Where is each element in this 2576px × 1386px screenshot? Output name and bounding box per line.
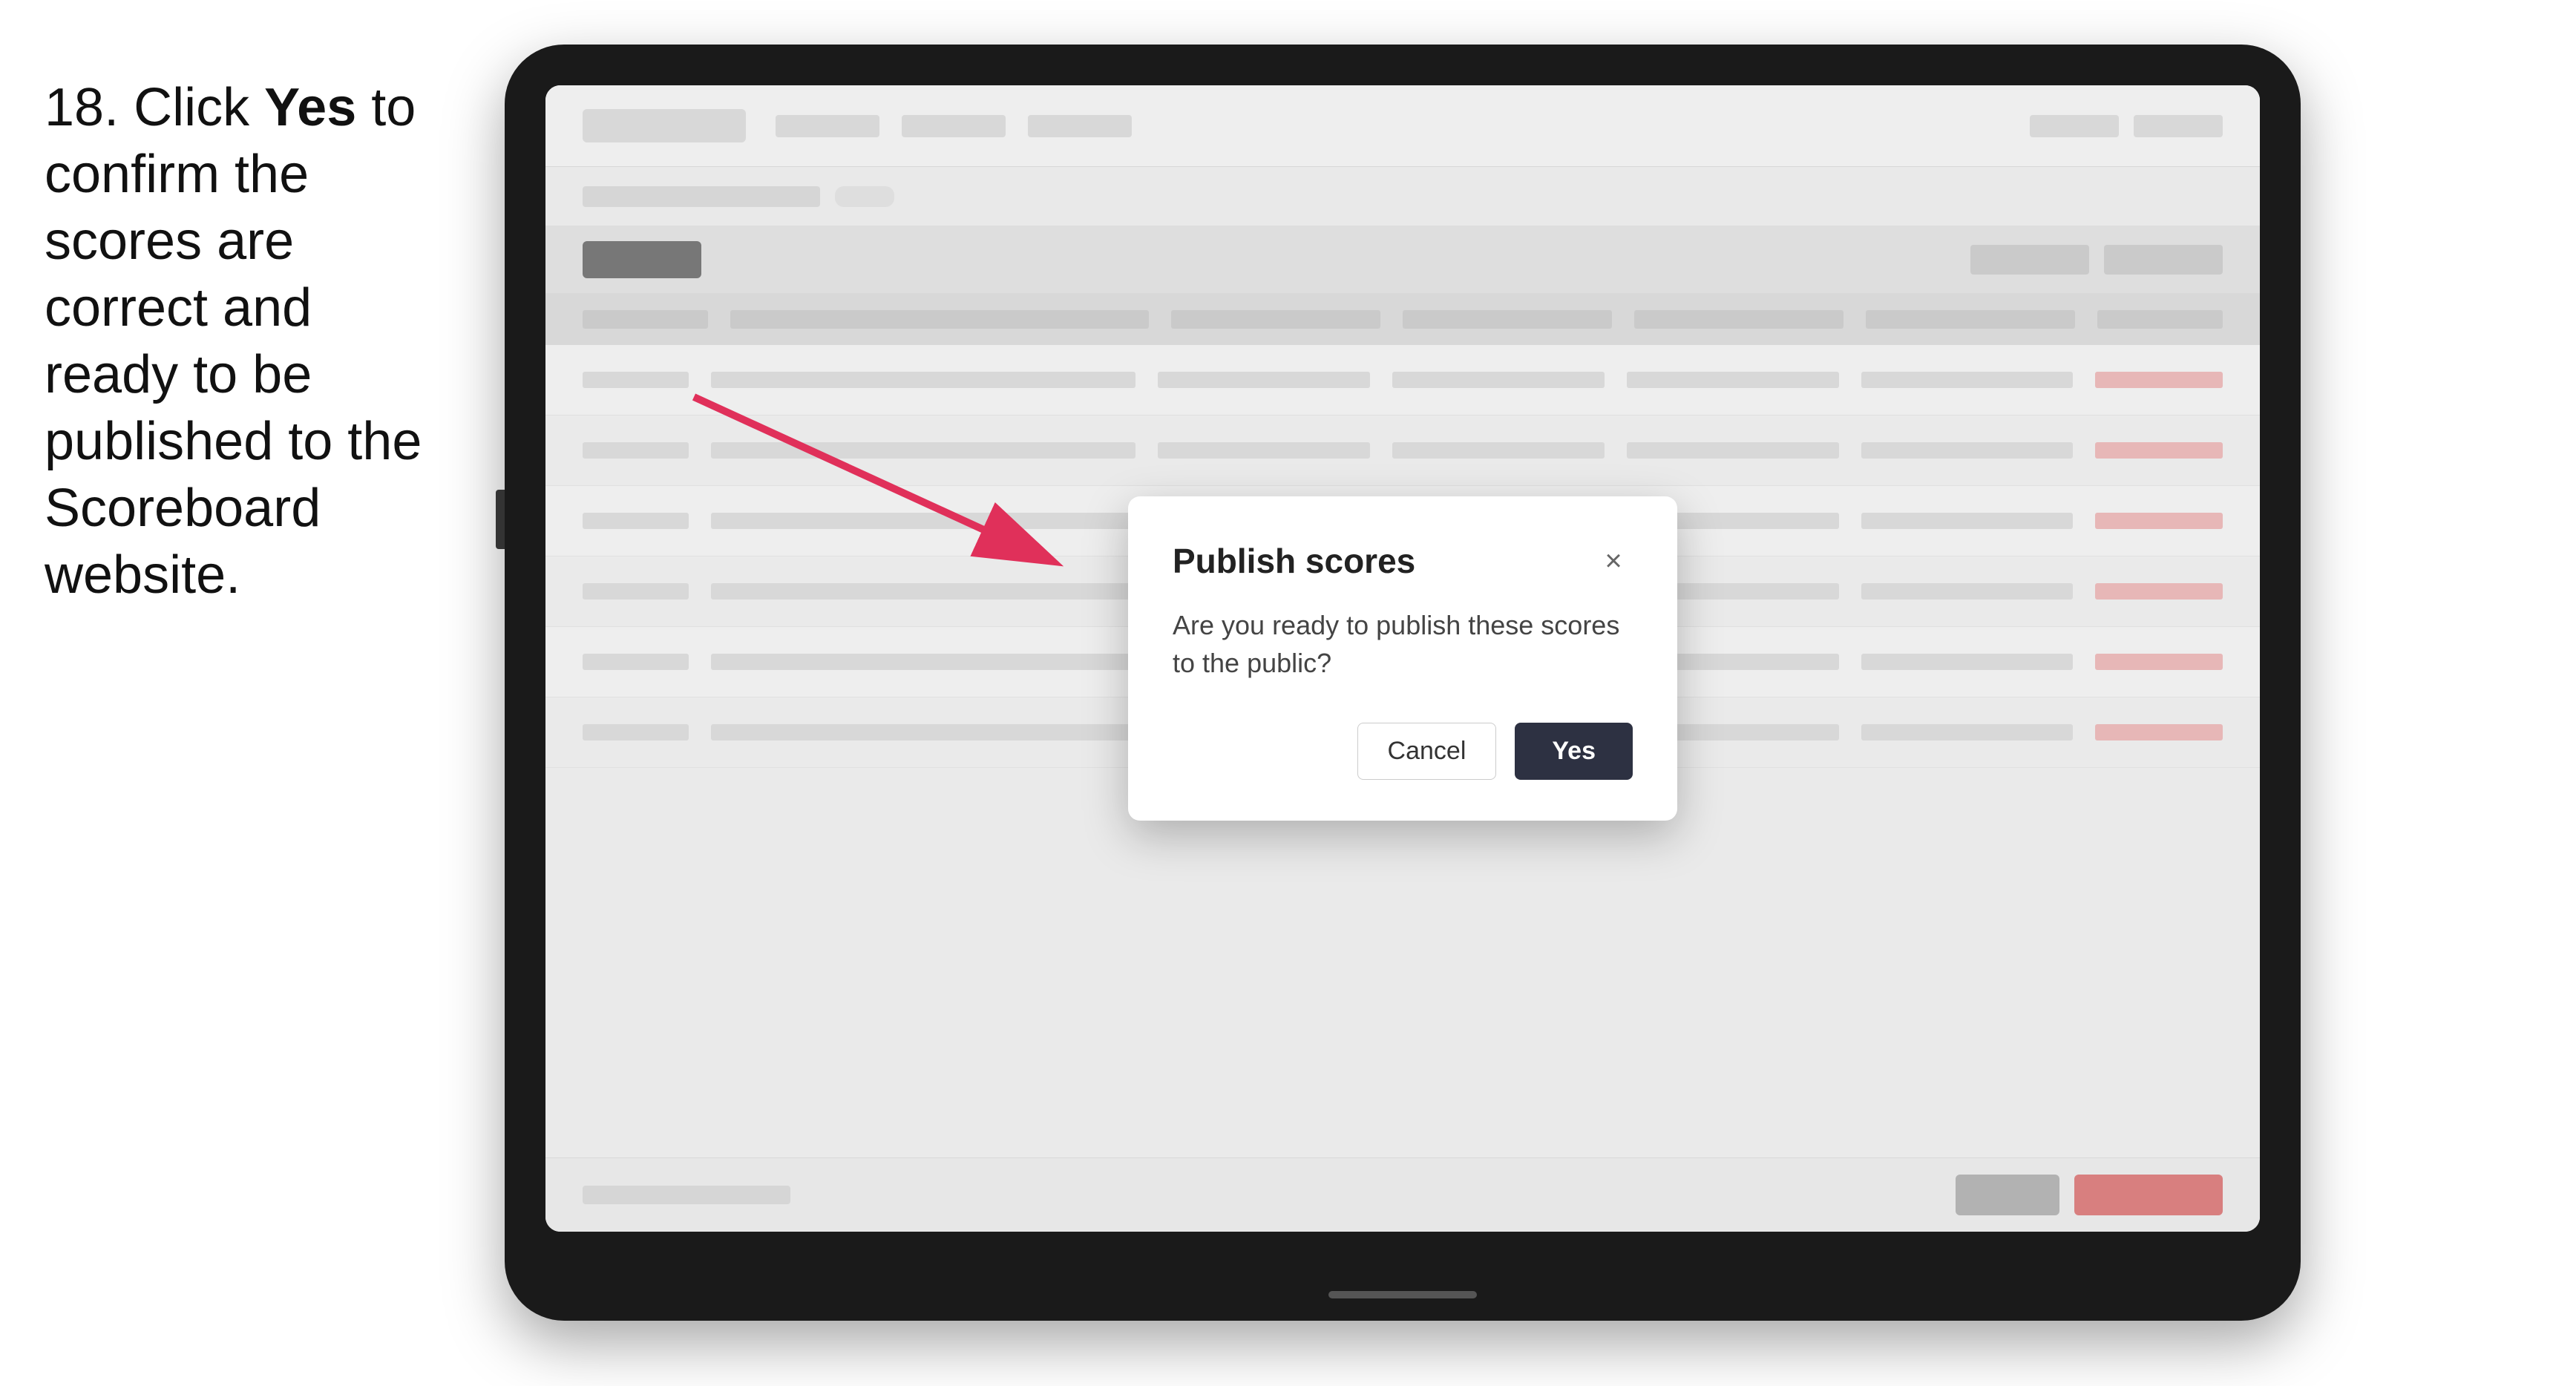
tablet-side-button: [496, 490, 505, 549]
text-before-bold: Click: [119, 78, 264, 137]
tablet-shell: Publish scores × Are you ready to publis…: [505, 45, 2301, 1321]
dialog-footer: Cancel Yes: [1173, 723, 1633, 780]
publish-scores-dialog: Publish scores × Are you ready to publis…: [1128, 496, 1677, 821]
tablet-home-bar: [1328, 1291, 1477, 1298]
modal-backdrop: Publish scores × Are you ready to publis…: [545, 85, 2260, 1232]
dialog-close-button[interactable]: ×: [1594, 542, 1633, 580]
dialog-header: Publish scores ×: [1173, 541, 1633, 581]
yes-button[interactable]: Yes: [1515, 723, 1633, 780]
dialog-title: Publish scores: [1173, 541, 1415, 581]
instruction-text: 18. Click Yes to confirm the scores are …: [45, 45, 430, 608]
tablet-device: Publish scores × Are you ready to publis…: [505, 45, 2301, 1321]
cancel-button[interactable]: Cancel: [1357, 723, 1497, 780]
text-after-bold: to confirm the scores are correct and re…: [45, 78, 422, 605]
dialog-body: Are you ready to publish these scores to…: [1173, 607, 1633, 682]
step-number: 18.: [45, 78, 119, 137]
tablet-screen: Publish scores × Are you ready to publis…: [545, 85, 2260, 1232]
bold-yes: Yes: [264, 78, 356, 137]
